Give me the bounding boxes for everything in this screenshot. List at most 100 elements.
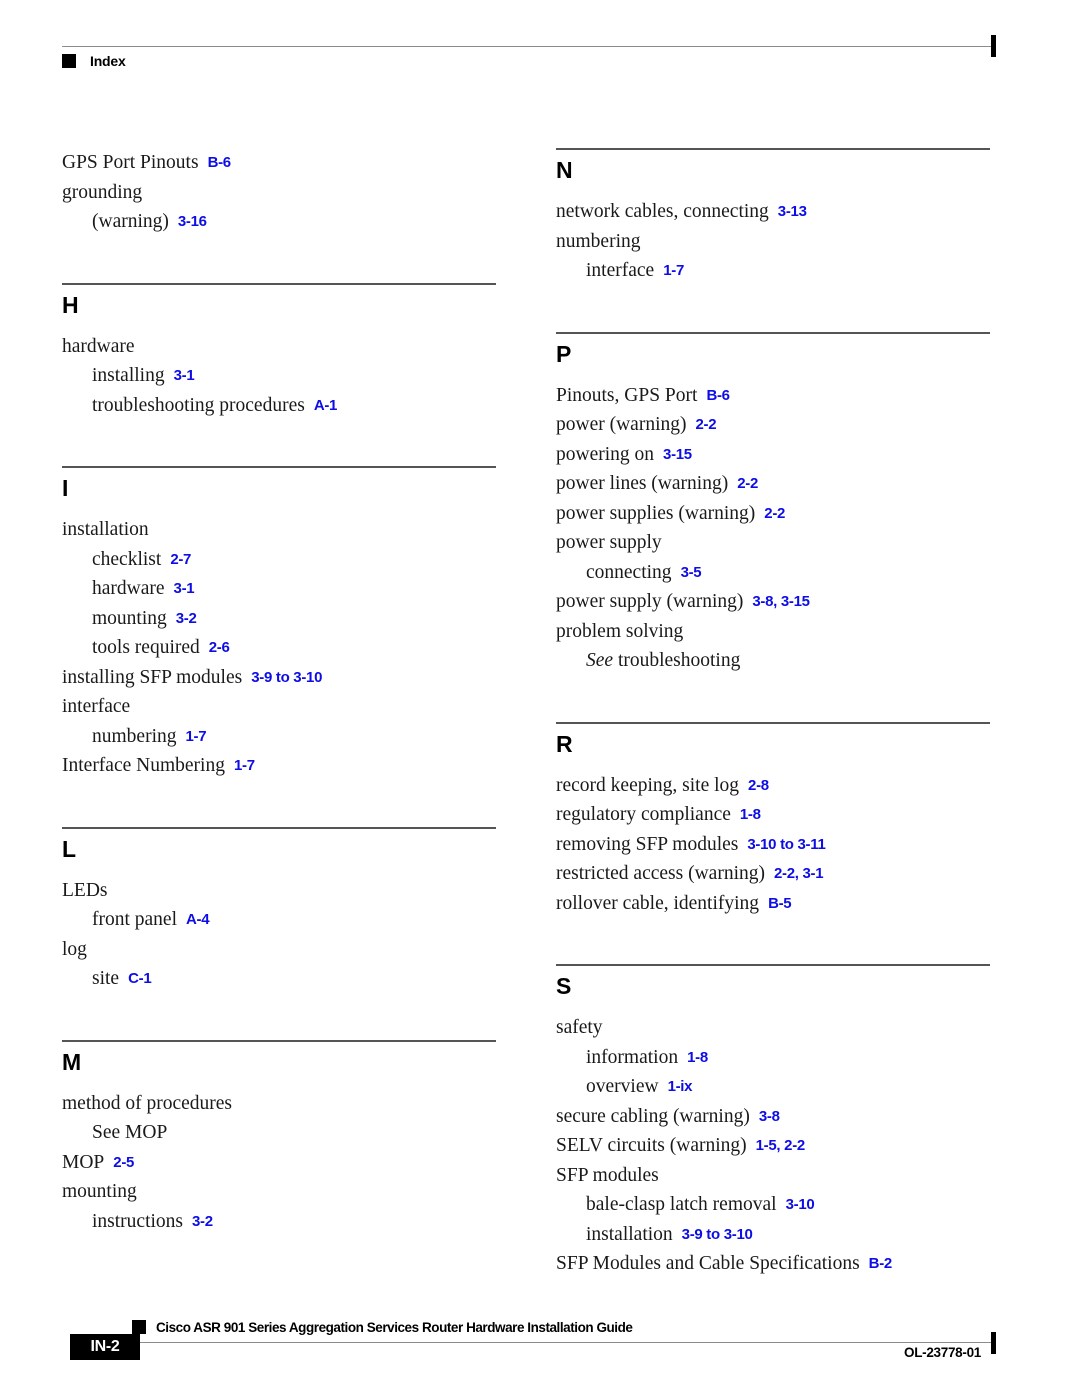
index-section: Hhardware installing 3-1 troubleshooting pr…: [62, 282, 496, 467]
index-page-reference[interactable]: 3-9 to 3-10: [682, 1226, 753, 1243]
index-page-reference[interactable]: B-6: [706, 387, 730, 404]
index-page-reference[interactable]: 2-2: [737, 475, 758, 492]
index-page-reference[interactable]: 3-10 to 3-11: [747, 836, 825, 853]
index-page-reference[interactable]: 3-1: [174, 580, 195, 597]
index-page-reference[interactable]: 1-7: [663, 262, 684, 279]
index-page-reference[interactable]: 2-2, 3-1: [774, 865, 824, 882]
index-column-left: GPS Port Pinouts B-6 grounding (warning) 3-1…: [62, 148, 496, 1236]
index-entry: GPS Port Pinouts B-6: [62, 148, 496, 178]
index-entry-label: safety: [556, 1017, 603, 1038]
index-page-reference[interactable]: 3-5: [681, 564, 702, 581]
index-page-reference[interactable]: 2-8: [748, 777, 769, 794]
index-entry: Pinouts, GPS Port B-6: [556, 381, 990, 411]
index-entry: SFP modules: [556, 1161, 990, 1191]
index-page-reference[interactable]: 2-5: [113, 1154, 134, 1171]
index-entry-label: Pinouts, GPS Port: [556, 384, 698, 406]
index-column-right: Nnetwork cables, connecting 3-13 numbering…: [556, 148, 990, 1279]
index-entry-label: SFP Modules and Cable Specifications: [556, 1253, 860, 1274]
index-entry-label: power supply (warning): [556, 591, 744, 612]
see-reference-italic: See: [586, 650, 614, 671]
index-page-reference[interactable]: 3-15: [663, 446, 692, 463]
index-entry-label: power (warning): [556, 414, 687, 435]
index-section: GPS Port Pinouts B-6 grounding (warning) 3-1…: [62, 148, 496, 283]
index-entry: power supply (warning) 3-8, 3-15: [556, 587, 990, 617]
index-page-reference[interactable]: 1-5, 2-2: [756, 1137, 806, 1154]
footer-square-marker-icon: [132, 1320, 146, 1334]
index-entry-label: removing SFP modules: [556, 833, 739, 855]
index-page-reference[interactable]: 1-8: [687, 1049, 708, 1066]
index-entry-label: power supply: [556, 532, 662, 553]
index-page-reference[interactable]: A-4: [186, 911, 210, 928]
index-page-reference[interactable]: 3-8: [759, 1108, 780, 1125]
index-page-reference[interactable]: 3-9 to 3-10: [251, 669, 322, 686]
index-page-reference[interactable]: B-5: [768, 895, 792, 912]
index-page-reference[interactable]: B-2: [869, 1255, 893, 1272]
index-entry-label: connecting: [586, 561, 672, 583]
index-page-reference[interactable]: 3-16: [178, 213, 207, 230]
footer-rule: [140, 1342, 995, 1343]
section-divider: [556, 964, 990, 966]
index-page-reference[interactable]: 1-ix: [668, 1078, 693, 1095]
index-entry-label: record keeping, site log: [556, 774, 740, 796]
index-entry: regulatory compliance 1-8: [556, 800, 990, 830]
section-letter-heading: M: [62, 1048, 82, 1075]
index-entry-label: SELV circuits (warning): [556, 1135, 747, 1156]
index-entry: installing SFP modules 3-9 to 3-10: [62, 663, 496, 693]
index-page-reference[interactable]: 3-10: [786, 1196, 815, 1213]
page-footer: IN-2 Cisco ASR 901 Series Aggregation Se…: [62, 1312, 996, 1362]
section-letter-heading: R: [556, 730, 573, 757]
index-entry: interface: [62, 692, 496, 722]
index-page-reference[interactable]: B-6: [208, 154, 232, 171]
index-entry-label: information: [586, 1046, 679, 1068]
index-entry: interface 1-7: [556, 256, 990, 286]
index-page-reference[interactable]: 2-2: [764, 505, 785, 522]
index-entry: SELV circuits (warning) 1-5, 2-2: [556, 1131, 990, 1161]
index-entry: See MOP: [62, 1118, 496, 1148]
index-entry-label: power lines (warning): [556, 473, 729, 494]
index-page-reference[interactable]: 3-8, 3-15: [752, 593, 810, 610]
index-entry: (warning) 3-16: [62, 207, 496, 237]
index-page-reference[interactable]: 2-7: [170, 551, 191, 568]
index-page-reference[interactable]: 3-13: [778, 203, 807, 220]
index-entry: secure cabling (warning) 3-8: [556, 1102, 990, 1132]
index-entry-label: checklist: [92, 548, 162, 570]
index-page-reference[interactable]: A-1: [314, 397, 338, 414]
index-page-reference[interactable]: 1-7: [234, 757, 255, 774]
index-entry-label: overview: [586, 1076, 659, 1097]
index-entry: power supplies (warning) 2-2: [556, 499, 990, 529]
index-entry-label: GPS Port Pinouts: [62, 152, 199, 173]
index-entry: power (warning) 2-2: [556, 410, 990, 440]
index-page-reference[interactable]: 2-2: [696, 416, 717, 433]
index-entry: rollover cable, identifying B-5: [556, 889, 990, 919]
index-entry-label: interface: [586, 260, 655, 281]
index-entry: front panel A-4: [62, 905, 496, 935]
index-entry: mounting: [62, 1177, 496, 1207]
index-page-reference[interactable]: C-1: [128, 970, 152, 987]
page-title: Index: [90, 53, 126, 69]
section-letter-heading: P: [556, 340, 572, 367]
index-entry: checklist 2-7: [62, 545, 496, 575]
footer-end-bar-icon: [991, 1332, 996, 1354]
index-entry: method of procedures: [62, 1089, 496, 1119]
index-page-reference[interactable]: 3-2: [192, 1213, 213, 1230]
index-page-reference[interactable]: 2-6: [209, 639, 230, 656]
index-entry: numbering 1-7: [62, 722, 496, 752]
index-section: P Pinouts, GPS Port B-6 power (warning) 2-2 p…: [556, 331, 990, 722]
document-number: OL-23778-01: [904, 1345, 981, 1360]
index-entry-label: problem solving: [556, 620, 684, 642]
index-page-reference[interactable]: 1-7: [185, 728, 206, 745]
index-entry-label: hardware: [62, 335, 135, 357]
index-entry: See troubleshooting: [556, 646, 990, 676]
index-page-reference[interactable]: 1-8: [740, 806, 761, 823]
index-page-reference[interactable]: 3-2: [176, 610, 197, 627]
index-entry-label: installation: [62, 519, 149, 540]
index-page-reference[interactable]: 3-1: [174, 367, 195, 384]
index-entry: problem solving: [556, 617, 990, 647]
index-entry: power supply: [556, 528, 990, 558]
section-divider: [62, 826, 496, 829]
section-divider: [62, 282, 496, 285]
section-divider: [556, 331, 990, 334]
index-entry-label: Interface Numbering: [62, 755, 225, 776]
